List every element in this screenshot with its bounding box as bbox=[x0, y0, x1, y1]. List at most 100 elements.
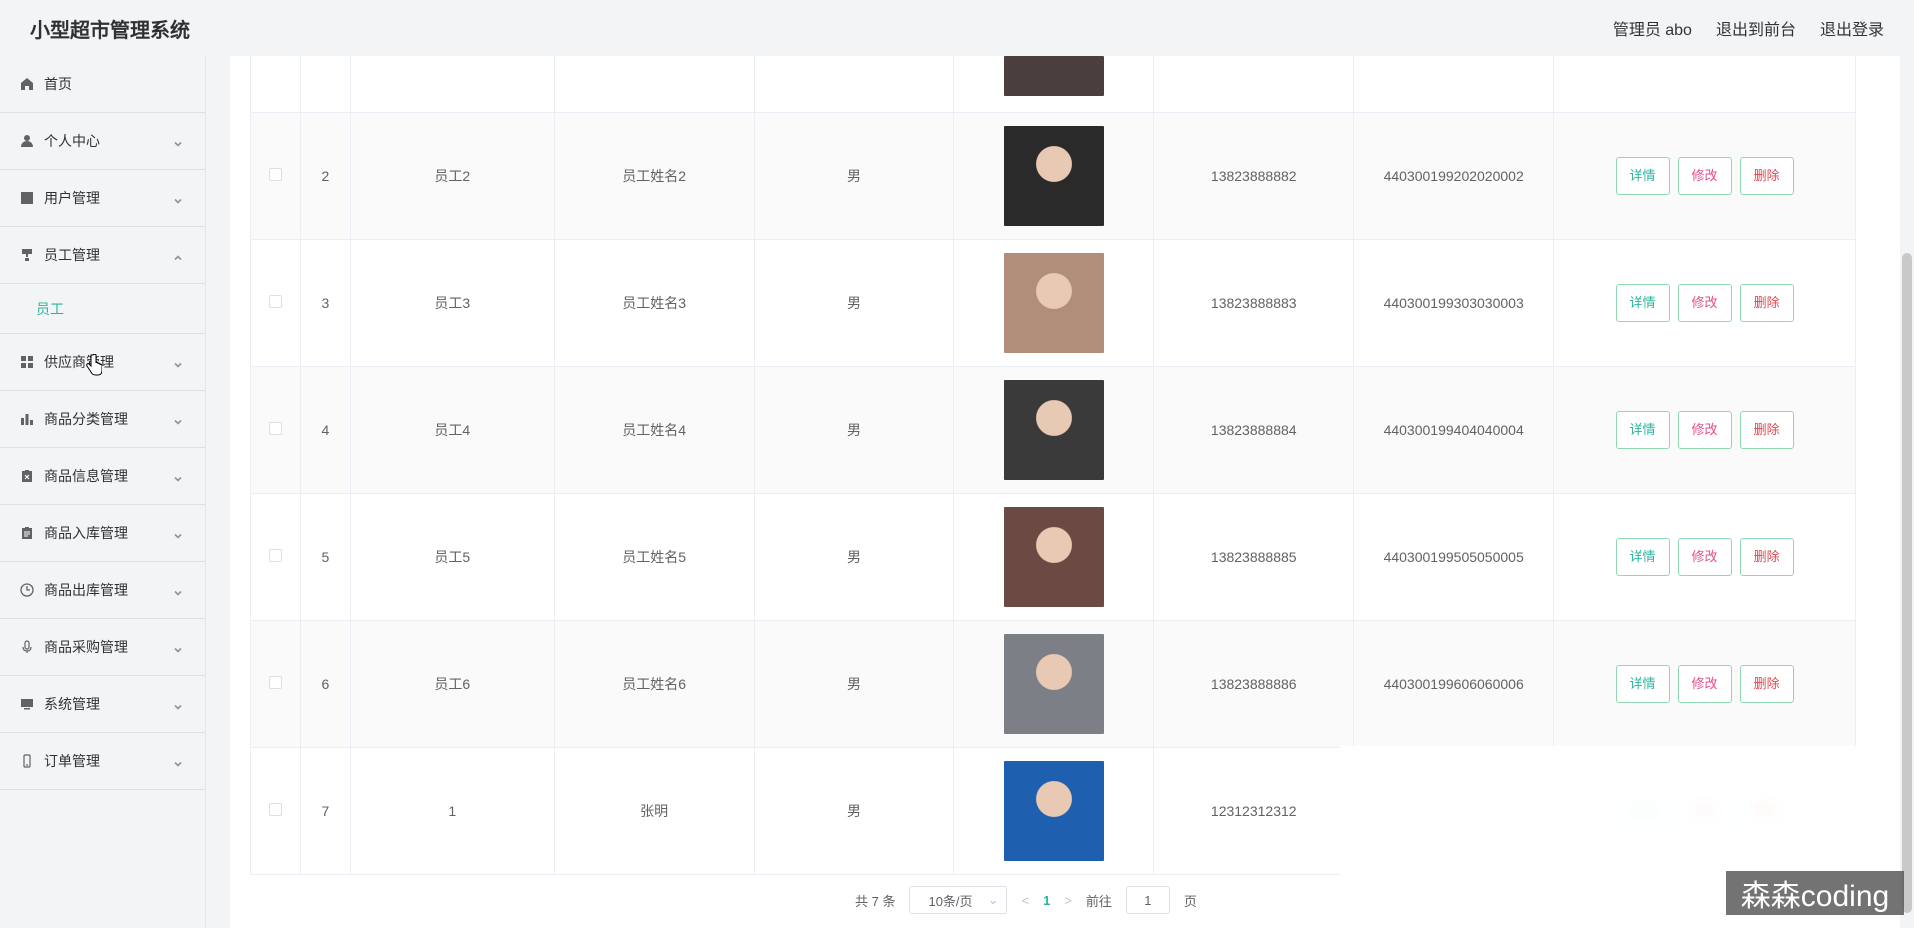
grid-icon bbox=[20, 355, 34, 369]
sidebar-item-7[interactable]: 商品入库管理 bbox=[0, 505, 205, 562]
row-index: 2 bbox=[299, 112, 351, 240]
sidebar-item-label: 订单管理 bbox=[44, 753, 100, 769]
sidebar-item-5[interactable]: 商品分类管理 bbox=[0, 391, 205, 448]
chevron-down-icon bbox=[173, 136, 183, 147]
sidebar-subitem-employee[interactable]: 员工 bbox=[0, 284, 205, 334]
row-checkbox[interactable] bbox=[268, 295, 282, 308]
delete-button[interactable]: 删除 bbox=[1739, 157, 1794, 195]
row-select-cell bbox=[250, 620, 301, 748]
sidebar-item-3[interactable]: 员工管理 bbox=[0, 227, 205, 284]
app-title: 小型超市管理系统 bbox=[30, 19, 190, 42]
employee-phone: 12312312312 bbox=[1153, 747, 1355, 875]
next-page-icon[interactable]: > bbox=[1064, 893, 1072, 908]
row-actions: 详情修改删除 bbox=[1553, 239, 1856, 367]
row-checkbox[interactable] bbox=[268, 549, 282, 562]
employee-account: 员工4 bbox=[349, 366, 555, 494]
row-checkbox[interactable] bbox=[268, 676, 282, 689]
edit-button[interactable]: 修改 bbox=[1677, 411, 1732, 449]
employee-gender: 男 bbox=[753, 366, 955, 494]
admin-label: 管理员 abo bbox=[1612, 22, 1692, 39]
home-icon bbox=[20, 77, 34, 91]
sidebar-item-6[interactable]: 商品信息管理 bbox=[0, 448, 205, 505]
sidebar-item-8[interactable]: 商品出库管理 bbox=[0, 562, 205, 619]
sidebar-item-label: 商品分类管理 bbox=[44, 411, 128, 427]
phone-icon bbox=[20, 754, 34, 768]
logout-link[interactable]: 退出登录 bbox=[1820, 16, 1884, 40]
chevron-up-icon bbox=[173, 250, 183, 261]
table-row: 2 员工2 员工姓名2 男 13823888882 440300199202020002 详… bbox=[250, 112, 1856, 240]
delete-button[interactable]: 删除 bbox=[1739, 411, 1794, 449]
employee-photo bbox=[1003, 507, 1104, 607]
chevron-down-icon bbox=[173, 642, 183, 653]
employee-account: 员工3 bbox=[349, 239, 555, 367]
row-index: 4 bbox=[299, 366, 351, 494]
employee-photo-cell bbox=[953, 112, 1155, 240]
chart-line-icon bbox=[20, 191, 34, 205]
page-suffix: 页 bbox=[1183, 893, 1197, 909]
employee-gender: 男 bbox=[753, 620, 955, 748]
detail-button[interactable]: 详情 bbox=[1615, 665, 1670, 703]
row-actions: 详情修改删除 bbox=[1553, 493, 1856, 621]
sidebar-item-9[interactable]: 商品采购管理 bbox=[0, 619, 205, 676]
detail-button[interactable]: 详情 bbox=[1615, 538, 1670, 576]
sidebar-item-0[interactable]: 首页 bbox=[0, 56, 205, 113]
chevron-down-icon bbox=[173, 756, 183, 767]
table-row: 3 员工3 员工姓名3 男 13823888883 440300199303030003 详… bbox=[250, 239, 1856, 367]
page-size-select[interactable]: 10条/页 ⌄ bbox=[909, 886, 1008, 914]
sidebar-item-label: 商品入库管理 bbox=[44, 525, 128, 541]
employee-name: 员工姓名5 bbox=[553, 493, 755, 621]
edit-button[interactable]: 修改 bbox=[1677, 538, 1732, 576]
chevron-down-icon bbox=[173, 193, 183, 204]
table-row: 5 员工5 员工姓名5 男 13823888885 440300199505050005 详… bbox=[250, 493, 1856, 621]
employee-gender: 男 bbox=[753, 112, 955, 240]
edit-button[interactable]: 修改 bbox=[1677, 284, 1732, 322]
chevron-down-icon bbox=[173, 528, 183, 539]
delete-button[interactable]: 删除 bbox=[1739, 538, 1794, 576]
edit-button[interactable]: 修改 bbox=[1677, 665, 1732, 703]
prev-page-icon[interactable]: < bbox=[1021, 893, 1029, 908]
detail-button[interactable]: 详情 bbox=[1615, 411, 1670, 449]
chevron-down-icon: ⌄ bbox=[987, 892, 999, 907]
detail-button[interactable]: 详情 bbox=[1615, 284, 1670, 322]
chevron-down-icon bbox=[173, 357, 183, 368]
clock-icon bbox=[20, 583, 34, 597]
row-checkbox[interactable] bbox=[268, 803, 282, 816]
employee-photo-cell bbox=[953, 747, 1155, 875]
employee-account: 1 bbox=[349, 747, 555, 875]
table-row bbox=[250, 56, 1856, 113]
employee-name: 员工姓名3 bbox=[553, 239, 755, 367]
employee-idcard: 440300199202020002 bbox=[1353, 112, 1555, 240]
delete-button[interactable]: 删除 bbox=[1739, 665, 1794, 703]
sidebar-item-11[interactable]: 订单管理 bbox=[0, 733, 205, 790]
delete-button[interactable]: 删除 bbox=[1739, 284, 1794, 322]
employee-name: 张明 bbox=[553, 747, 755, 875]
row-select-cell bbox=[250, 747, 301, 875]
detail-button[interactable]: 详情 bbox=[1615, 157, 1670, 195]
sidebar-item-1[interactable]: 个人中心 bbox=[0, 113, 205, 170]
goto-label: 前往 bbox=[1085, 893, 1112, 909]
employee-photo bbox=[1003, 253, 1104, 353]
edit-button[interactable]: 修改 bbox=[1677, 157, 1732, 195]
page-size-value: 10条/页 bbox=[928, 893, 973, 909]
employee-photo bbox=[1003, 126, 1104, 226]
row-actions: 详情修改删除 bbox=[1553, 112, 1856, 240]
sidebar-item-2[interactable]: 用户管理 bbox=[0, 170, 205, 227]
sidebar-item-label: 员工管理 bbox=[44, 247, 100, 263]
total-count: 共 7 条 bbox=[855, 893, 896, 909]
exit-to-front-link[interactable]: 退出到前台 bbox=[1716, 16, 1796, 40]
row-checkbox[interactable] bbox=[268, 168, 282, 181]
pagination: 共 7 条 10条/页 ⌄ < 1 > 前往 页 bbox=[855, 886, 1197, 914]
scrollbar-thumb[interactable] bbox=[1902, 253, 1912, 913]
sidebar-item-label: 供应商管理 bbox=[44, 354, 114, 370]
chevron-down-icon bbox=[173, 414, 183, 425]
sidebar-item-4[interactable]: 供应商管理 bbox=[0, 334, 205, 391]
sidebar-item-label: 商品信息管理 bbox=[44, 468, 128, 484]
row-index: 6 bbox=[299, 620, 351, 748]
sidebar-item-10[interactable]: 系统管理 bbox=[0, 676, 205, 733]
goto-page-input[interactable] bbox=[1125, 886, 1170, 914]
hand-cursor-icon bbox=[86, 353, 103, 376]
employee-phone: 13823888886 bbox=[1153, 620, 1355, 748]
row-checkbox[interactable] bbox=[268, 422, 282, 435]
page-number-current[interactable]: 1 bbox=[1043, 893, 1050, 908]
stamp-icon bbox=[20, 248, 34, 262]
